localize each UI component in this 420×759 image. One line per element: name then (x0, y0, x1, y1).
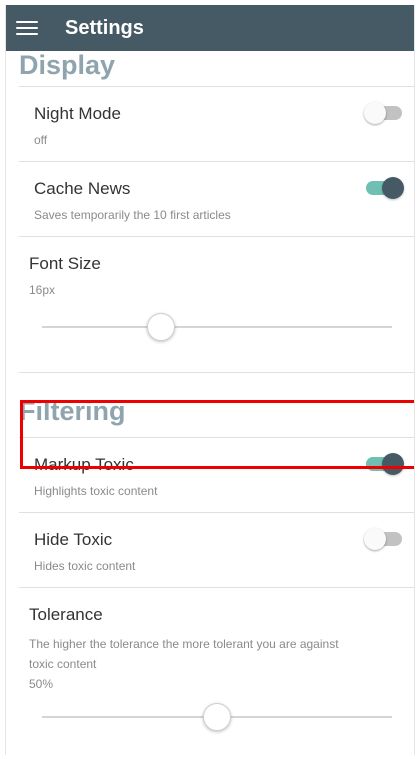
settings-screen: Settings Display Night Mode off Cache Ne… (5, 5, 415, 755)
tolerance-label: Tolerance (29, 605, 103, 624)
section-title-display: Display (19, 50, 116, 80)
markup-toxic-label: Markup Toxic (34, 455, 134, 474)
setting-hide-toxic[interactable]: Hide Toxic Hides toxic content (6, 513, 414, 587)
page-title: Settings (65, 16, 144, 39)
setting-cache-news[interactable]: Cache News Saves temporarily the 10 firs… (6, 162, 414, 236)
night-mode-value: off (34, 133, 48, 147)
night-mode-label: Night Mode (34, 104, 121, 123)
tolerance-slider[interactable] (42, 703, 392, 731)
markup-toxic-toggle[interactable] (366, 453, 404, 475)
font-size-value: 16px (29, 283, 56, 297)
hide-toxic-description: Hides toxic content (34, 559, 136, 573)
tolerance-description-line1: The higher the tolerance the more tolera… (29, 637, 339, 651)
hide-toxic-toggle[interactable] (364, 528, 402, 550)
font-size-label: Font Size (29, 254, 101, 273)
hide-toxic-label: Hide Toxic (34, 530, 113, 549)
setting-night-mode[interactable]: Night Mode off (6, 87, 414, 161)
hamburger-menu-icon[interactable] (16, 19, 38, 37)
settings-list: Display Night Mode off Cache News Saves … (6, 50, 414, 748)
app-bar: Settings (6, 5, 414, 51)
tolerance-value: 50% (29, 677, 54, 691)
setting-tolerance: Tolerance The higher the tolerance the m… (6, 588, 414, 748)
tolerance-description-line2: toxic content (29, 657, 97, 671)
cache-news-description: Saves temporarily the 10 first articles (34, 208, 231, 222)
markup-toxic-description: Highlights toxic content (34, 484, 158, 498)
tolerance-description: The higher the tolerance the more tolera… (29, 634, 414, 694)
cache-news-toggle[interactable] (366, 177, 404, 199)
slider-track (42, 326, 392, 328)
setting-font-size: Font Size 16px (6, 237, 414, 372)
setting-markup-toxic[interactable]: Markup Toxic Highlights toxic content (6, 438, 414, 512)
font-size-slider[interactable] (42, 313, 392, 341)
slider-thumb[interactable] (203, 703, 231, 731)
cache-news-label: Cache News (34, 179, 131, 198)
night-mode-toggle[interactable] (364, 102, 402, 124)
section-title-filtering: Filtering (19, 396, 126, 426)
slider-thumb[interactable] (147, 313, 175, 341)
